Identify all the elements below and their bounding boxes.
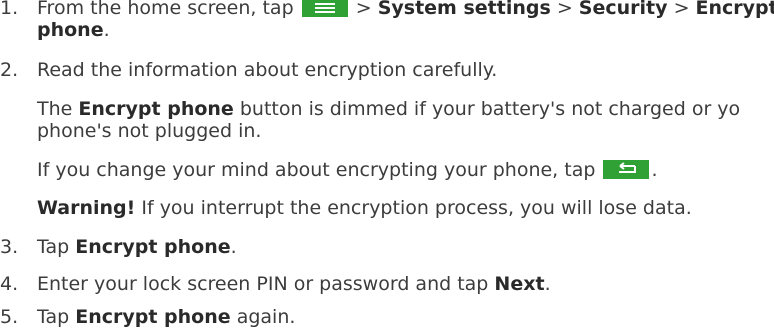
bold-encrypt-phone: Encrypt phone [75, 306, 231, 328]
step-2-note-1: The Encrypt phone button is dimmed if yo… [37, 98, 740, 120]
note-text: If you change your mind about encrypting… [37, 159, 596, 181]
bold-next: Next [494, 273, 545, 295]
step-2: 2. Read the information about encryption … [0, 59, 497, 81]
bold-encrypt-phone: Encrypt phone [78, 98, 234, 120]
separator: > [556, 0, 573, 19]
warning-text: If you interrupt the encryption process,… [141, 197, 692, 219]
step-text: Tap [37, 306, 70, 328]
step-4: 4. Enter your lock screen PIN or password… [0, 273, 551, 295]
note-text: phone's not plugged in. [37, 120, 262, 142]
bold-encrypt: Encrypt [695, 0, 774, 19]
step-text: Read the information about encryption ca… [37, 59, 498, 81]
menu-icon [301, 0, 348, 17]
step-number: 5. [0, 306, 19, 328]
step-5: 5. Tap Encrypt phone again. [0, 306, 295, 328]
note-text: The [37, 98, 73, 120]
bold-phone: phone [37, 19, 104, 41]
step-1-continued: phone. [37, 19, 110, 41]
note-text: button is dimmed if your battery's not c… [239, 98, 741, 120]
step-2-note-1-continued: phone's not plugged in. [37, 120, 261, 142]
period: . [544, 273, 551, 295]
step-number: 3. [0, 236, 19, 258]
separator: > [673, 0, 690, 19]
period: . [651, 159, 658, 181]
period: . [230, 236, 237, 258]
warning-label: Warning! [37, 197, 136, 219]
instructions-document: 1. From the home screen, tap > System set… [0, 0, 774, 328]
separator: > [355, 0, 372, 19]
period: . [103, 19, 110, 41]
step-text: Enter your lock screen PIN or password a… [37, 273, 489, 295]
step-number: 1. [0, 0, 19, 19]
bold-security: Security [578, 0, 668, 19]
back-icon [603, 160, 650, 179]
step-3: 3. Tap Encrypt phone. [0, 236, 237, 258]
step-2-warning: Warning! If you interrupt the encryption… [37, 197, 692, 219]
step-1: 1. From the home screen, tap > System set… [0, 0, 774, 19]
step-number: 4. [0, 273, 19, 295]
step-2-note-2: If you change your mind about encrypting… [37, 159, 658, 181]
bold-encrypt-phone: Encrypt phone [75, 236, 231, 258]
bold-system-settings: System settings [377, 0, 551, 19]
step-text: From the home screen, tap [37, 0, 294, 19]
step-text: again. [236, 306, 296, 328]
step-number: 2. [0, 59, 19, 81]
step-text: Tap [37, 236, 70, 258]
